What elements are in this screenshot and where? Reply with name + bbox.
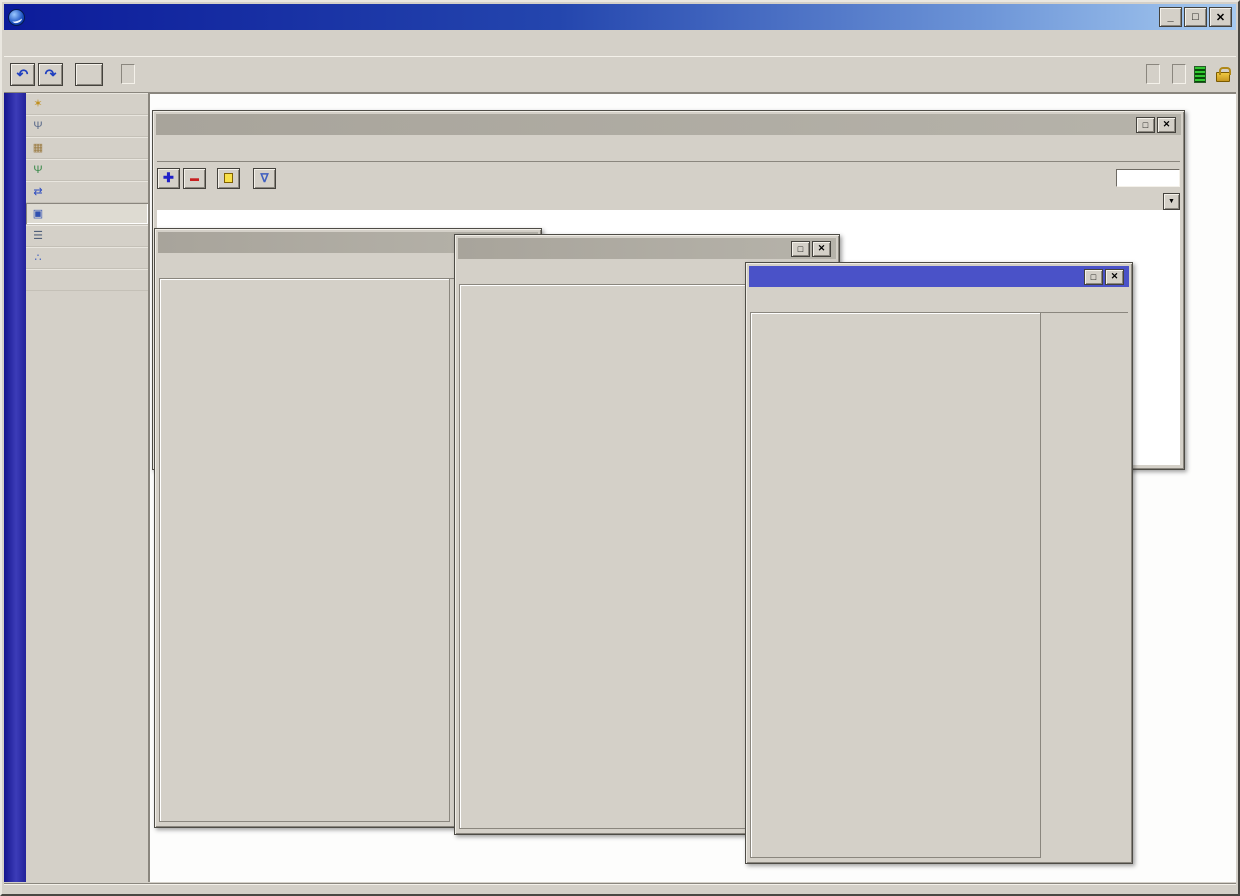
statusbar: [4, 883, 1236, 892]
maximize-icon: □: [1091, 272, 1096, 282]
bridge-icon: ⇄: [29, 184, 47, 199]
wireless-icon: Ψ: [29, 162, 47, 177]
table-header: [157, 193, 1163, 210]
filter-button[interactable]: ∇: [253, 168, 276, 189]
winbox-app-icon: [8, 9, 25, 26]
quick-set-icon: ✶: [29, 96, 47, 111]
sidebar-item-ip[interactable]: [26, 269, 148, 291]
ppp-tabbar: [157, 137, 1180, 162]
close-icon: ✕: [1111, 271, 1119, 282]
find-input[interactable]: [1116, 169, 1180, 187]
desktop: □✕ ✚ ▬ ∇ ▼: [149, 93, 1236, 882]
redo-arrow-icon: ↷: [45, 66, 57, 83]
dialog-tabbar: [750, 288, 1128, 313]
ppp-window-controls: □✕: [1136, 117, 1176, 133]
sidebar-item-switch[interactable]: ☰: [26, 225, 148, 247]
maximize-button[interactable]: □: [1184, 7, 1207, 27]
sidebar-item-interfaces[interactable]: ▦: [26, 137, 148, 159]
sidebar-menu: ✶ Ψ ▦ Ψ ⇄ ▣ ☰ ∴: [26, 93, 149, 882]
sidebar-item-bridge[interactable]: ⇄: [26, 181, 148, 203]
dialog-panel: [459, 284, 750, 829]
close-icon: ✕: [818, 243, 826, 254]
switch-icon: ☰: [29, 228, 47, 243]
ppp-profile-dialog-limits: □✕: [745, 262, 1133, 864]
ppp-icon: ▣: [29, 206, 47, 221]
comment-button[interactable]: [217, 168, 240, 189]
sidebar-item-capsman[interactable]: Ψ: [26, 115, 148, 137]
uptime-value: [1146, 64, 1160, 84]
session-value: [121, 64, 135, 84]
redo-button[interactable]: ↷: [38, 63, 63, 86]
chevron-down-icon: ▼: [1168, 198, 1175, 205]
window-controls: _ □ ✕: [1159, 7, 1232, 27]
minimize-button[interactable]: _: [1159, 7, 1182, 27]
secure-lock-icon: [1216, 72, 1230, 82]
comment-icon: [224, 173, 233, 183]
safe-mode-button[interactable]: [75, 63, 103, 86]
app-titlebar: _ □ ✕: [4, 4, 1236, 30]
close-icon: ✕: [1163, 119, 1171, 130]
sidebar-item-ppp[interactable]: ▣: [26, 203, 148, 225]
close-button[interactable]: ✕: [1209, 7, 1232, 27]
menu-settings[interactable]: [32, 39, 54, 47]
close-button[interactable]: ✕: [1157, 117, 1176, 133]
menu-session[interactable]: [10, 39, 32, 47]
menubar: [4, 30, 1236, 56]
close-button[interactable]: ✕: [812, 241, 831, 257]
dialog-window-controls: □✕: [791, 241, 831, 257]
cpu-value: [1172, 64, 1186, 84]
close-icon: ✕: [1216, 11, 1225, 24]
capsman-icon: Ψ: [29, 118, 47, 133]
sidebar-item-wireless[interactable]: Ψ: [26, 159, 148, 181]
add-button[interactable]: ✚: [157, 168, 180, 189]
add-icon: ✚: [163, 170, 174, 186]
dialog-panel: [159, 278, 450, 822]
brand-strip: [4, 93, 26, 882]
main-toolbar: ↶ ↷: [4, 56, 1236, 93]
maximize-icon: □: [798, 244, 803, 254]
ppp-titlebar: □✕: [156, 114, 1181, 135]
column-select-button[interactable]: ▼: [1163, 193, 1180, 210]
winbox-window: _□✕ ↶ ↷ ✶Ψ▦Ψ⇄▣☰∴ □✕: [0, 0, 1240, 896]
main-area: ✶Ψ▦Ψ⇄▣☰∴ □✕ ✚ ▬ ∇ ▼: [4, 93, 1236, 882]
undo-arrow-icon: ↶: [17, 66, 29, 83]
filter-icon: ∇: [260, 171, 268, 185]
dialog-titlebar: □✕: [458, 238, 836, 259]
maximize-button[interactable]: □: [1084, 269, 1103, 285]
ppp-toolbar: ✚ ▬ ∇: [157, 165, 1180, 191]
menu-dashboard[interactable]: [54, 39, 76, 47]
interfaces-icon: ▦: [29, 140, 47, 155]
dialog-panel: [750, 312, 1041, 858]
close-button[interactable]: ✕: [1105, 269, 1124, 285]
mesh-icon: ∴: [29, 250, 47, 265]
minimize-icon: _: [1167, 11, 1173, 23]
maximize-button[interactable]: □: [1136, 117, 1155, 133]
dialog-titlebar: □✕: [749, 266, 1129, 287]
maximize-button[interactable]: □: [791, 241, 810, 257]
maximize-icon: □: [1192, 11, 1199, 23]
remove-icon: ▬: [190, 173, 199, 183]
maximize-icon: □: [1143, 120, 1148, 130]
remove-button[interactable]: ▬: [183, 168, 206, 189]
ip-icon: [29, 272, 47, 287]
cpu-meter-icon: [1194, 66, 1206, 83]
undo-button[interactable]: ↶: [10, 63, 35, 86]
dialog-window-controls: □✕: [1084, 269, 1124, 285]
sidebar-item-mesh[interactable]: ∴: [26, 247, 148, 269]
sidebar-item-quick-set[interactable]: ✶: [26, 93, 148, 115]
